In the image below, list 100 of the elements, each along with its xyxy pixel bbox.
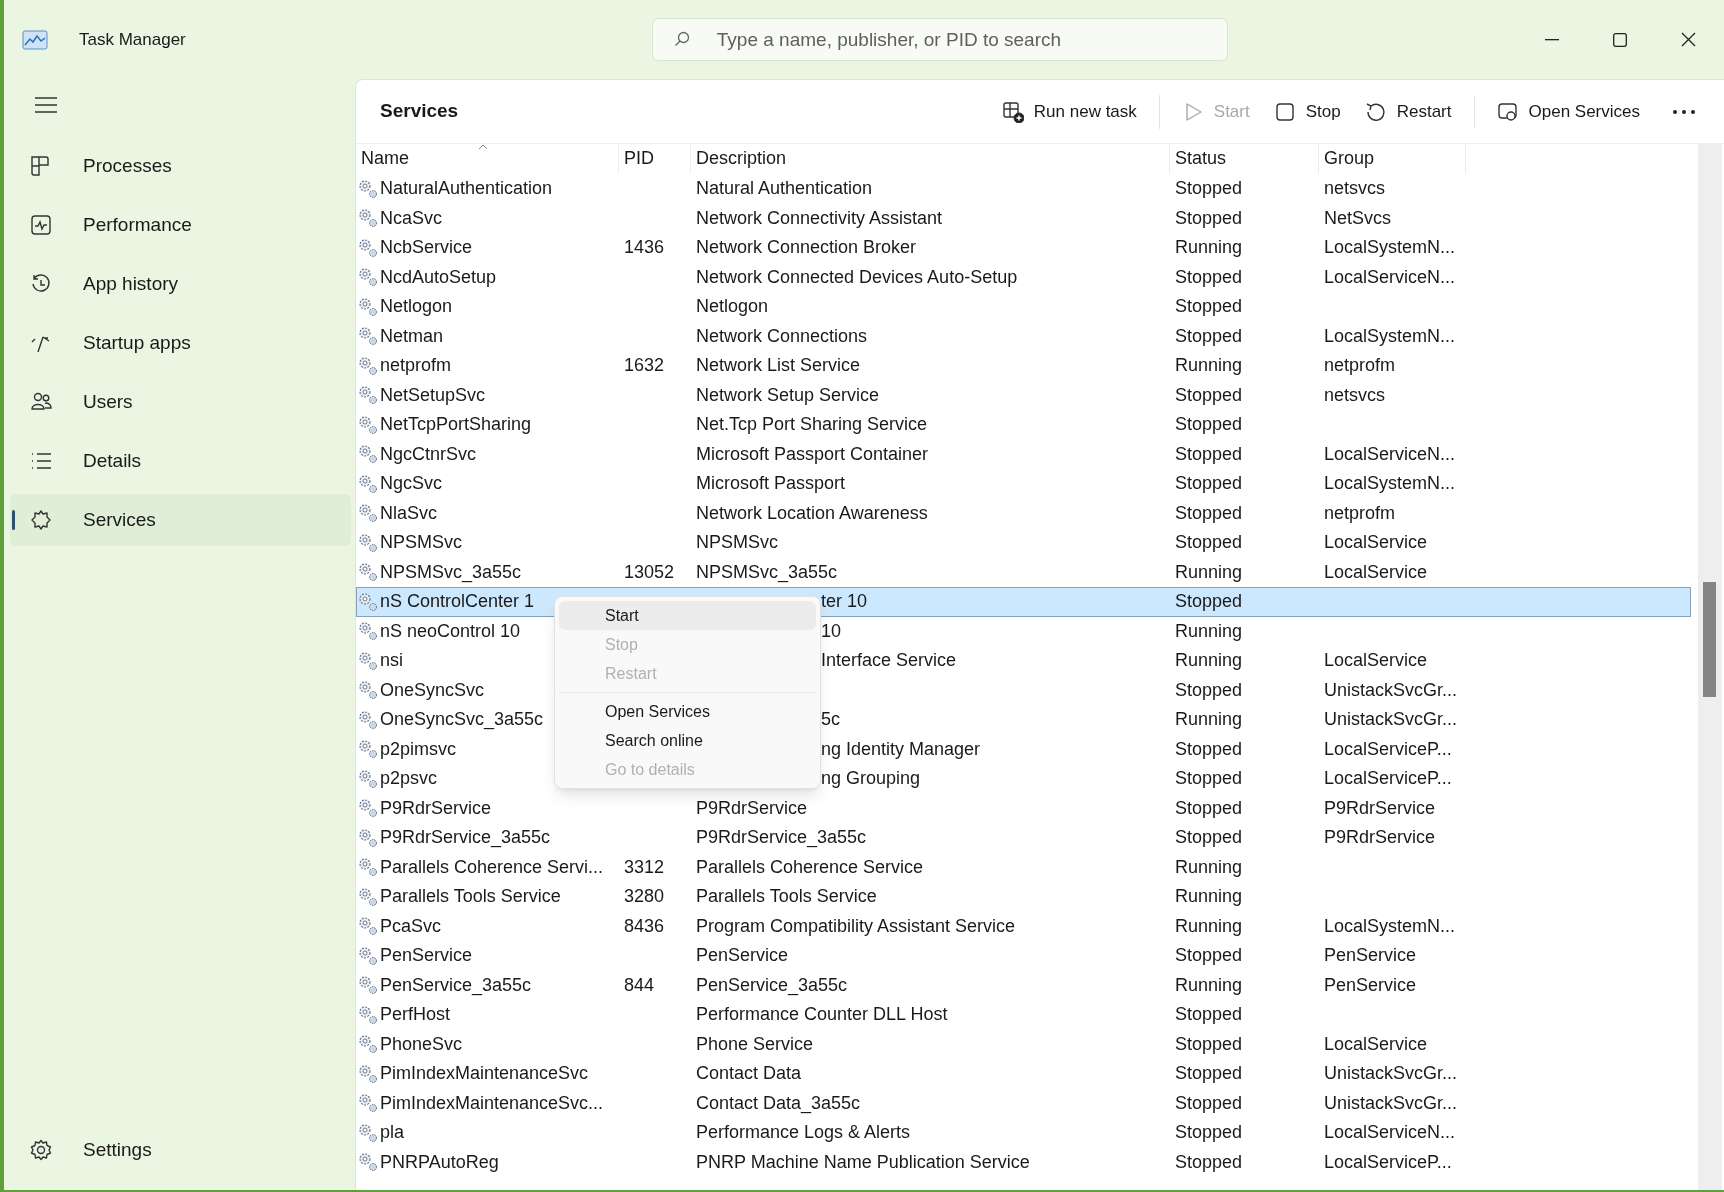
table-cell-text: LocalSystemN... bbox=[1324, 236, 1456, 260]
page-title: Services bbox=[380, 99, 459, 124]
toolbar-button[interactable]: Run new task bbox=[989, 91, 1149, 132]
settings-icon bbox=[30, 1139, 52, 1161]
table-cell-text: PNRPAutoReg bbox=[380, 1150, 499, 1174]
toolbar-button[interactable]: Stop bbox=[1261, 91, 1353, 132]
table-cell-text: Stopped bbox=[1175, 177, 1243, 201]
gears-icon bbox=[358, 857, 378, 878]
table-cell-text: 5c bbox=[821, 708, 840, 732]
table-cell-text: netprofm bbox=[1324, 354, 1396, 378]
column-header[interactable]: Status bbox=[1175, 145, 1227, 172]
table-cell-text: Stopped bbox=[1175, 1121, 1243, 1145]
table-cell-text: NPSMSvc_3a55c bbox=[380, 560, 522, 585]
table-cell-text: P9RdrService bbox=[696, 796, 808, 820]
sidebar-item[interactable]: Users bbox=[10, 376, 351, 428]
table-cell-text: LocalService bbox=[1324, 531, 1428, 555]
menu-item[interactable]: Start bbox=[559, 601, 816, 630]
table-cell-text: Performance Counter DLL Host bbox=[696, 1003, 948, 1027]
sidebar-item[interactable]: Performance bbox=[10, 199, 351, 251]
table-cell-text: netprofm bbox=[1324, 501, 1396, 525]
gears-icon bbox=[358, 1152, 378, 1173]
maximize-icon bbox=[1613, 32, 1627, 47]
history-icon bbox=[30, 273, 52, 295]
menu-item[interactable]: Open Services bbox=[559, 697, 816, 726]
sidebar-item[interactable]: App history bbox=[10, 258, 351, 310]
table-cell-text: Program Compatibility Assistant Service bbox=[696, 914, 1016, 938]
table-cell-text: 844 bbox=[624, 973, 655, 997]
table-cell-text: nS neoControl 10 bbox=[380, 619, 521, 643]
gears-icon bbox=[358, 326, 378, 347]
stop-icon bbox=[1273, 100, 1296, 123]
sidebar-item[interactable]: Details bbox=[10, 435, 351, 487]
sidebar-item[interactable]: Startup apps bbox=[10, 317, 351, 369]
table-cell-text: LocalServiceP... bbox=[1324, 1150, 1452, 1174]
table-cell-text: Netlogon bbox=[380, 295, 453, 319]
table-cell-text: NetSvcs bbox=[1324, 206, 1392, 230]
table-cell-text: UnistackSvcGr... bbox=[1324, 678, 1458, 702]
table-cell-text: PcaSvc bbox=[380, 914, 442, 938]
search-icon bbox=[673, 31, 690, 47]
table-cell-text: Stopped bbox=[1175, 531, 1243, 555]
gears-icon bbox=[358, 739, 378, 760]
gears-icon bbox=[358, 591, 378, 612]
gears-icon bbox=[358, 473, 378, 494]
column-header[interactable]: Description bbox=[696, 145, 787, 172]
column-header[interactable]: Name bbox=[361, 145, 409, 172]
table-cell-text: ng Grouping bbox=[821, 767, 921, 791]
table-cell-text: 8436 bbox=[624, 914, 665, 938]
table-cell-text: 10 bbox=[821, 619, 842, 643]
users-icon bbox=[30, 391, 52, 413]
toolbar-button[interactable]: Open Services bbox=[1484, 91, 1652, 132]
table-cell-text: Natural Authentication bbox=[696, 177, 873, 201]
table-cell-text: P9RdrService bbox=[1324, 826, 1436, 850]
table-cell-text: PNRP Machine Name Publication Service bbox=[696, 1150, 1030, 1174]
table-cell-text: Stopped bbox=[1175, 383, 1243, 407]
table-cell-text: 3312 bbox=[624, 855, 665, 879]
table-cell-text: PenService bbox=[380, 944, 473, 968]
table-cell-text: Stopped bbox=[1175, 206, 1243, 230]
search-field[interactable]: Type a name, publisher, or PID to search bbox=[651, 18, 1228, 61]
column-header[interactable]: PID bbox=[624, 145, 654, 172]
table-cell-text: NcbService bbox=[380, 236, 473, 260]
gears-icon bbox=[358, 975, 378, 996]
table-cell-text: Running bbox=[1175, 560, 1243, 584]
table-cell-text: Stopped bbox=[1175, 1003, 1243, 1027]
table-cell-text: Parallels Tools Service bbox=[380, 885, 561, 909]
table-cell-text: 13052 bbox=[624, 560, 675, 584]
minimize-icon bbox=[1545, 38, 1559, 41]
table-cell-text: Parallels Tools Service bbox=[696, 885, 877, 909]
table-cell-text: Interface Service bbox=[821, 649, 957, 673]
table-cell-text: Running bbox=[1175, 914, 1243, 938]
table-cell-text: Running bbox=[1175, 236, 1243, 260]
table-cell-text: UnistackSvcGr... bbox=[1324, 1062, 1458, 1086]
gears-icon bbox=[358, 208, 378, 229]
table-cell-text: PenService bbox=[1324, 973, 1417, 997]
table-cell-text: Microsoft Passport Container bbox=[696, 442, 929, 466]
scrollbar[interactable] bbox=[1698, 144, 1722, 1190]
table-cell-text: OneSyncSvc bbox=[380, 678, 485, 702]
table-cell-text: LocalService bbox=[1324, 1032, 1428, 1056]
table-cell-text: PimIndexMaintenanceSvc... bbox=[380, 1091, 604, 1115]
gears-icon bbox=[358, 267, 378, 288]
restart-icon bbox=[1364, 100, 1387, 123]
gears-icon bbox=[358, 562, 378, 583]
table-cell-text: LocalSystemN... bbox=[1324, 324, 1456, 348]
table-cell-text: NPSMSvc bbox=[696, 531, 778, 555]
table-cell-text: LocalServiceN... bbox=[1324, 1121, 1456, 1145]
table-cell-text: Stopped bbox=[1175, 767, 1243, 791]
toolbar-button[interactable]: Restart bbox=[1352, 91, 1464, 132]
menu-item[interactable]: Search online bbox=[559, 726, 816, 755]
table-cell-text: P9RdrService bbox=[1324, 796, 1436, 820]
table-cell-text: Stopped bbox=[1175, 413, 1243, 437]
table-cell-text: Microsoft Passport bbox=[696, 472, 846, 496]
sidebar-item[interactable]: Services bbox=[10, 494, 351, 546]
close-icon bbox=[1680, 32, 1696, 47]
sidebar-item[interactable]: Processes bbox=[10, 140, 351, 192]
settings-link[interactable]: Settings bbox=[83, 1135, 152, 1165]
table-cell-text: ng Identity Manager bbox=[821, 737, 981, 761]
column-header[interactable]: Group bbox=[1324, 145, 1375, 172]
table-cell-text: Stopped bbox=[1175, 1091, 1243, 1115]
table-cell-text: Network Location Awareness bbox=[696, 501, 928, 525]
gears-icon bbox=[358, 768, 378, 789]
table-cell-text: Netman bbox=[380, 324, 444, 348]
gears-icon bbox=[358, 385, 378, 406]
